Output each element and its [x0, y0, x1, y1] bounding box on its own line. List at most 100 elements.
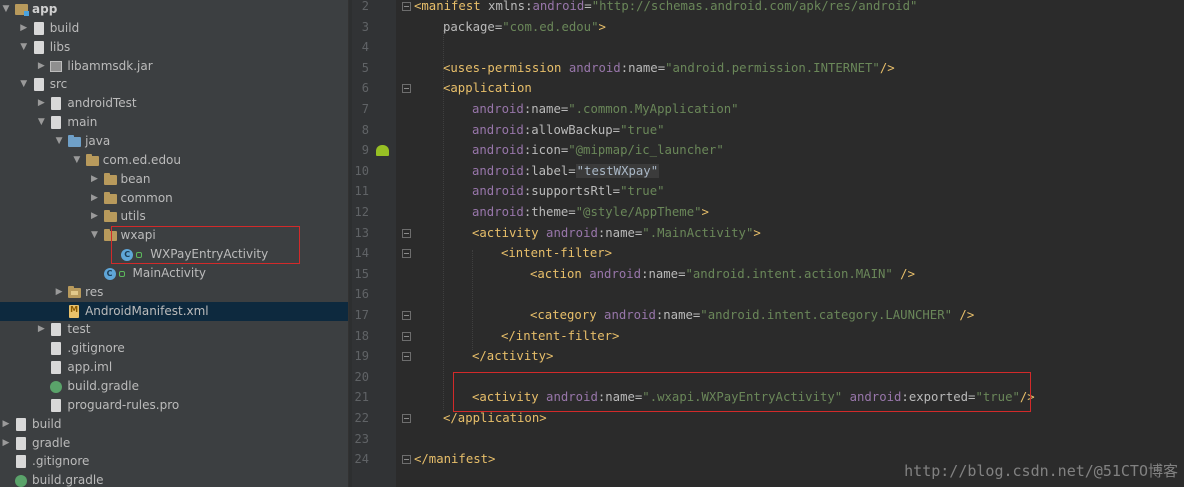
- line-number: 16: [354, 287, 369, 302]
- fold-toggle-icon[interactable]: [402, 352, 411, 362]
- tree-item[interactable]: ▶ build: [0, 415, 348, 434]
- code-line[interactable]: </intent-filter>: [501, 326, 619, 346]
- fold-toggle-icon[interactable]: [402, 84, 411, 94]
- code-line[interactable]: android:allowBackup="true": [472, 120, 665, 140]
- code-line[interactable]: android:label="testWXpay": [472, 161, 660, 181]
- expand-arrow-icon[interactable]: ▼: [18, 75, 30, 94]
- code-line[interactable]: <intent-filter>: [501, 243, 612, 263]
- tree-item[interactable]: ▶ bean: [0, 170, 348, 189]
- tree-item-label: res: [85, 284, 104, 299]
- collapse-arrow-icon[interactable]: ▶: [35, 57, 47, 76]
- tree-item[interactable]: proguard-rules.pro: [0, 396, 348, 415]
- code-line[interactable]: <application: [443, 78, 532, 98]
- tree-item[interactable]: ▶ utils: [0, 207, 348, 226]
- collapse-arrow-icon[interactable]: ▶: [89, 207, 101, 226]
- code-token: android: [472, 163, 524, 178]
- code-token: android: [589, 266, 642, 281]
- fold-toggle-icon[interactable]: [402, 228, 411, 238]
- folder-icon: [32, 21, 47, 36]
- line-number: 18: [354, 328, 369, 343]
- folder-icon: [14, 417, 29, 432]
- collapse-arrow-icon[interactable]: ▶: [89, 170, 101, 189]
- code-line[interactable]: <action android:name="android.intent.act…: [530, 264, 915, 284]
- fold-toggle-icon[interactable]: [402, 249, 411, 259]
- expand-arrow-icon[interactable]: ▼: [71, 151, 83, 170]
- code-line[interactable]: <uses-permission android:name="android.p…: [443, 58, 895, 78]
- tree-item-label: common: [120, 190, 173, 205]
- expand-arrow-icon[interactable]: ▼: [35, 113, 47, 132]
- tree-item-label: main: [67, 115, 98, 130]
- collapse-arrow-icon[interactable]: ▶: [35, 320, 47, 339]
- tree-item[interactable]: ▶ common: [0, 189, 348, 208]
- tree-item-label: app: [32, 2, 58, 16]
- code-token: "@mipmap/ic_launcher": [568, 143, 724, 158]
- expand-arrow-icon[interactable]: ▼: [53, 132, 65, 151]
- code-line[interactable]: android:name=".common.MyApplication": [472, 99, 739, 119]
- code-token: android: [532, 0, 585, 13]
- code-line[interactable]: <category android:name="android.intent.c…: [530, 305, 974, 325]
- tree-item[interactable]: build.gradle: [0, 377, 348, 396]
- expand-arrow-icon[interactable]: ▼: [0, 0, 12, 19]
- code-token: :allowBackup=: [523, 122, 621, 137]
- tree-item[interactable]: ▼ java: [0, 132, 348, 151]
- tree-item[interactable]: ▶ gradle: [0, 434, 348, 453]
- tree-item[interactable]: .gitignore: [0, 452, 348, 471]
- tree-item[interactable]: ▼ com.ed.edou: [0, 151, 348, 170]
- code-line[interactable]: </activity>: [472, 346, 553, 366]
- code-token: ".MainActivity": [642, 225, 754, 240]
- tree-item[interactable]: ▼ src: [0, 75, 348, 94]
- collapse-arrow-icon[interactable]: ▶: [18, 19, 30, 38]
- collapse-arrow-icon[interactable]: ▶: [35, 94, 47, 113]
- tree-item[interactable]: build.gradle: [0, 471, 348, 487]
- tree-item-label: .gitignore: [67, 341, 125, 356]
- code-token: <intent-filter>: [501, 246, 613, 261]
- line-number: 14: [354, 246, 369, 261]
- folder-icon: [14, 436, 29, 451]
- collapse-arrow-icon[interactable]: ▶: [0, 415, 12, 434]
- code-token: <action: [530, 266, 590, 281]
- tree-item[interactable]: ▼ libs: [0, 38, 348, 57]
- tree-item[interactable]: ▼ main: [0, 113, 348, 132]
- tree-item[interactable]: ▶ libammsdk.jar: [0, 57, 348, 76]
- code-token: <category: [530, 308, 605, 322]
- code-token: >: [598, 19, 606, 34]
- tree-item[interactable]: .gitignore: [0, 339, 348, 358]
- collapse-arrow-icon[interactable]: ▶: [0, 434, 12, 453]
- code-line[interactable]: android:theme="@style/AppTheme">: [472, 202, 709, 222]
- line-number: 7: [361, 102, 369, 116]
- code-line[interactable]: android:icon="@mipmap/ic_launcher": [472, 140, 724, 160]
- line-number: 15: [354, 266, 369, 281]
- code-token: "true": [620, 122, 665, 137]
- code-line[interactable]: android:supportsRtl="true": [472, 181, 665, 201]
- tree-item[interactable]: ▶ androidTest: [0, 94, 348, 113]
- code-line[interactable]: package="com.ed.edou">: [443, 17, 606, 37]
- code-line[interactable]: <activity android:name=".MainActivity">: [472, 223, 761, 243]
- expand-arrow-icon[interactable]: ▼: [89, 226, 101, 245]
- collapse-arrow-icon[interactable]: ▶: [53, 283, 65, 302]
- expand-arrow-icon[interactable]: ▼: [18, 38, 30, 57]
- collapse-arrow-icon[interactable]: ▶: [89, 189, 101, 208]
- code-line[interactable]: </manifest>: [414, 449, 495, 469]
- code-token: :name=: [523, 102, 569, 116]
- tree-item-label: androidTest: [67, 96, 137, 111]
- fold-toggle-icon[interactable]: [402, 414, 411, 423]
- fold-toggle-icon[interactable]: [402, 331, 411, 341]
- android-launcher-icon[interactable]: [376, 145, 389, 157]
- tree-item[interactable]: ▼ app: [0, 0, 348, 19]
- code-line[interactable]: <manifest xmlns:android="http://schemas.…: [414, 0, 917, 16]
- fold-toggle-icon[interactable]: [402, 2, 411, 11]
- code-token: android: [568, 60, 621, 75]
- tree-item[interactable]: AndroidManifest.xml: [0, 301, 348, 321]
- tree-item[interactable]: ▶ build: [0, 19, 348, 38]
- code-token: "testWXpay": [575, 163, 660, 178]
- code-token: "com.ed.edou": [502, 19, 599, 34]
- tree-item[interactable]: app.iml: [0, 358, 348, 377]
- fold-toggle-icon[interactable]: [402, 455, 411, 465]
- code-token: :name=: [620, 60, 666, 75]
- tree-item-label: build: [49, 20, 80, 35]
- tree-item[interactable]: ▶ test: [0, 320, 348, 339]
- tree-item[interactable]: ▶ res: [0, 283, 348, 302]
- fold-toggle-icon[interactable]: [402, 311, 411, 320]
- tree-item[interactable]: C MainActivity: [0, 264, 348, 283]
- line-number: 6: [361, 81, 369, 96]
